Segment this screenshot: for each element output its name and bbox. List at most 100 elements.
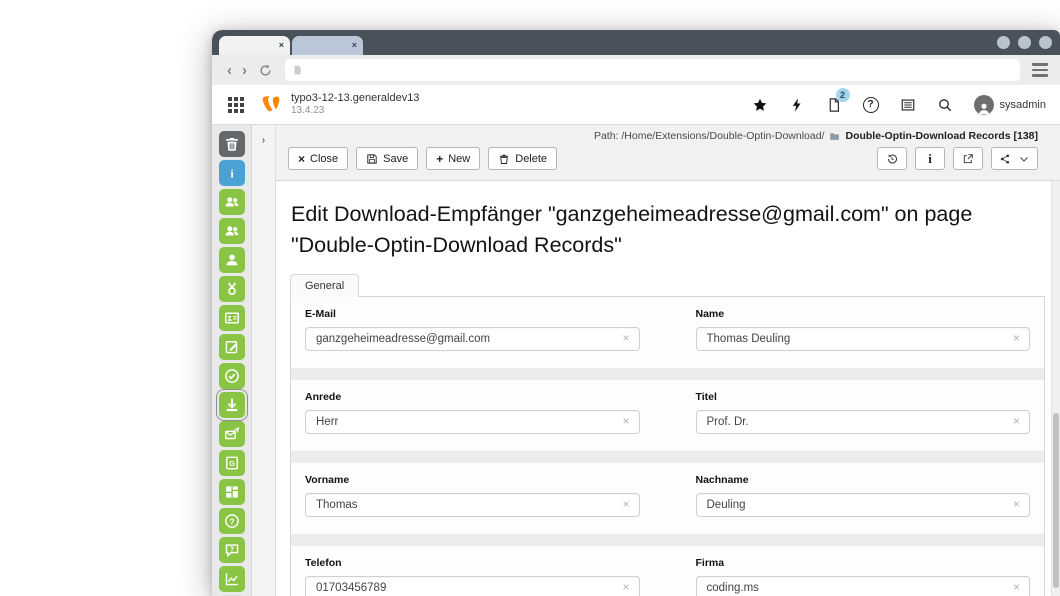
form-tabs: General — [290, 273, 1045, 296]
doc-header: Path: /Home/Extensions/Double-Optin-Down… — [276, 125, 1060, 181]
name-input[interactable]: Thomas Deuling × — [696, 327, 1031, 351]
info-button[interactable]: i — [915, 147, 945, 170]
pagetree-collapsed-strip: › — [252, 125, 276, 596]
star-icon — [752, 97, 768, 113]
url-input[interactable] — [285, 59, 1020, 81]
back-icon[interactable]: ‹ — [222, 63, 237, 78]
firma-input[interactable]: coding.ms × — [696, 576, 1031, 596]
browser-tab-2[interactable]: × — [292, 36, 363, 55]
field-value: Thomas Deuling — [707, 333, 791, 345]
field-label: Nachname — [696, 474, 1031, 486]
titel-input[interactable]: Prof. Dr. × — [696, 410, 1031, 434]
module-frontend-users[interactable] — [219, 189, 245, 215]
clear-icon[interactable]: × — [622, 498, 629, 510]
vorname-input[interactable]: Thomas× — [305, 493, 640, 517]
reload-icon[interactable] — [258, 63, 273, 78]
module-frontend-groups[interactable] — [219, 218, 245, 244]
open-in-new-window-button[interactable] — [953, 147, 983, 170]
nachname-input[interactable]: Deuling× — [696, 493, 1031, 517]
module-form-editor[interactable] — [219, 334, 245, 360]
close-icon: × — [298, 153, 305, 165]
module-address-book[interactable] — [219, 305, 245, 331]
expand-pagetree-icon[interactable]: › — [259, 135, 269, 146]
clear-icon[interactable]: × — [622, 415, 629, 427]
window-controls[interactable] — [997, 36, 1052, 49]
tab-close-icon[interactable]: × — [352, 38, 357, 52]
help-button[interactable]: ? — [863, 97, 879, 113]
new-button[interactable]: +New — [426, 147, 480, 170]
users-icon — [223, 193, 241, 211]
window-control-dot[interactable] — [1018, 36, 1031, 49]
flush-cache-button[interactable] — [789, 97, 805, 113]
site-name: typo3-12-13.generaldev13 13.4.23 — [291, 92, 419, 117]
opened-documents-button[interactable]: 2 — [826, 97, 842, 113]
docheader-buttons: ×Close Save +New Delete i — [288, 147, 1038, 170]
module-menu-icon[interactable] — [228, 97, 244, 113]
external-link-icon — [962, 153, 974, 165]
mailout-icon — [223, 425, 241, 443]
tab-close-icon[interactable]: × — [279, 38, 284, 52]
site-version: 13.4.23 — [291, 105, 419, 117]
avatar — [974, 95, 994, 115]
folder-icon — [828, 131, 841, 142]
module-user[interactable] — [219, 247, 245, 273]
clear-icon[interactable]: × — [1013, 415, 1020, 427]
telefon-input[interactable]: 01703456789× — [305, 576, 640, 596]
browser-menu-icon[interactable] — [1032, 63, 1048, 77]
bookmarks-button[interactable] — [752, 97, 768, 113]
close-button[interactable]: ×Close — [288, 147, 348, 170]
user-menu[interactable]: sysadmin — [974, 95, 1046, 115]
browser-tab-1[interactable]: × — [219, 36, 290, 55]
clear-icon[interactable]: × — [1013, 498, 1020, 510]
email-input[interactable]: ganzgeheimeadresse@gmail.com× — [305, 327, 640, 351]
bolt-icon — [789, 97, 805, 113]
module-recycler[interactable] — [219, 131, 245, 157]
content-scrollbar[interactable] — [1051, 181, 1060, 596]
gbook-icon — [223, 454, 241, 472]
module-info[interactable] — [219, 160, 245, 186]
open-docs-badge: 2 — [836, 88, 850, 102]
field-label: Titel — [696, 391, 1031, 403]
clear-icon[interactable]: × — [622, 332, 629, 344]
anrede-input[interactable]: Herr× — [305, 410, 640, 434]
system-info-button[interactable] — [900, 97, 916, 113]
module-faq[interactable] — [219, 537, 245, 563]
clear-icon[interactable]: × — [622, 581, 629, 593]
card-icon — [223, 309, 241, 327]
module-help[interactable] — [219, 508, 245, 534]
search-button[interactable] — [937, 97, 953, 113]
save-button[interactable]: Save — [356, 147, 418, 170]
module-tasks[interactable] — [219, 363, 245, 389]
scrollbar-thumb[interactable] — [1053, 413, 1059, 587]
form-row: Anrede Herr× Titel Prof. Dr. × — [291, 380, 1044, 451]
clear-icon[interactable]: × — [1013, 581, 1020, 593]
field-label: Anrede — [305, 391, 640, 403]
field-label: Telefon — [305, 557, 640, 569]
desktop: × × ‹ › typo3-12-13.generaldev13 13.4.23 — [0, 0, 1060, 596]
history-icon — [886, 153, 898, 165]
module-double-optin-download[interactable] — [219, 392, 245, 418]
window-control-dot[interactable] — [997, 36, 1010, 49]
window-control-dot[interactable] — [1039, 36, 1052, 49]
field-vorname: VornameThomas× — [305, 474, 640, 517]
module-statistics[interactable] — [219, 566, 245, 592]
delete-button[interactable]: Delete — [488, 147, 557, 170]
browser-tab-bar: × × — [212, 30, 1060, 55]
field-label: Firma — [696, 557, 1031, 569]
user-icon — [223, 251, 241, 269]
tab-general[interactable]: General — [290, 274, 359, 297]
module-glossary[interactable] — [219, 450, 245, 476]
module-bar — [212, 125, 252, 596]
history-button[interactable] — [877, 147, 907, 170]
field-value: Prof. Dr. — [707, 416, 749, 428]
module-layout-blocks[interactable] — [219, 479, 245, 505]
share-button[interactable] — [991, 147, 1038, 170]
forward-icon[interactable]: › — [237, 63, 252, 78]
clear-icon[interactable]: × — [1013, 332, 1020, 344]
field-value: coding.ms — [707, 582, 759, 594]
page-doc-icon — [292, 63, 303, 77]
field-name: NameThomas Deuling× — [696, 308, 1031, 351]
form-rows: E-Mailganzgeheimeadresse@gmail.com×NameT… — [291, 297, 1044, 596]
module-mail-out[interactable] — [219, 421, 245, 447]
module-membership[interactable] — [219, 276, 245, 302]
